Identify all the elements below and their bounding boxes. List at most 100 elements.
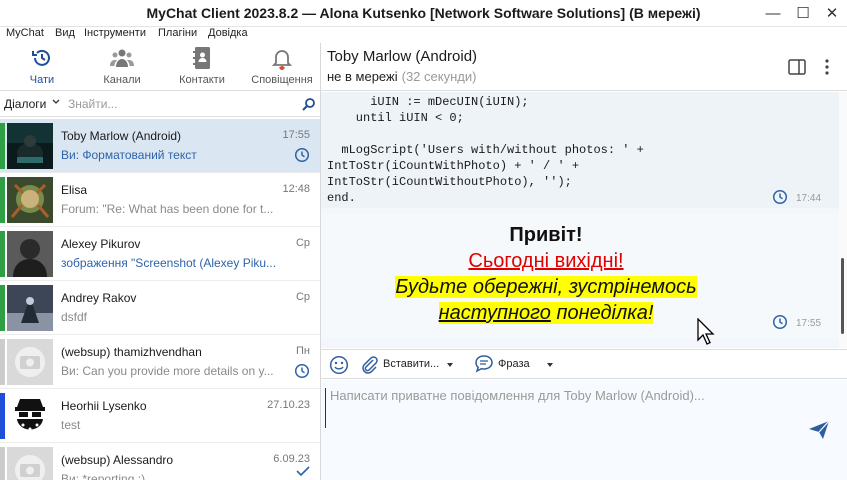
message-scrollbar[interactable]	[839, 92, 847, 348]
message-clock-icon	[772, 189, 788, 205]
chat-header: Toby Marlow (Android) не в мережі (32 сек…	[321, 43, 847, 91]
dialog-row-toby[interactable]: Toby Marlow (Android) Ви: Форматований т…	[0, 119, 320, 173]
dialog-row-elisa[interactable]: Elisa Forum: "Re: What has been done for…	[0, 173, 320, 227]
underlined-word: наступного	[438, 302, 551, 324]
send-icon[interactable]	[808, 420, 830, 440]
dialog-row-alexey[interactable]: Alexey Pikurov зображення "Screenshot (A…	[0, 227, 320, 281]
menu-help[interactable]: Довідка	[208, 27, 248, 39]
dialog-preview: Forum: "Re: What has been done for t...	[61, 202, 274, 216]
dialog-name: (websup) thamizhvendhan	[61, 345, 202, 359]
dialog-filter-bar: Діалоги	[0, 92, 320, 117]
window-title: MyChat Client 2023.8.2 — Alona Kutsenko …	[146, 5, 701, 21]
tab-contacts[interactable]: Контакти	[162, 43, 242, 91]
mouse-cursor-icon	[697, 318, 715, 345]
dialog-row-heorhii[interactable]: Heorhii Lysenko test 27.10.23	[0, 389, 320, 443]
menu-bar: MyChat Вид Інструменти Плагіни Довідка	[0, 27, 847, 43]
scrollbar-thumb[interactable]	[841, 258, 844, 334]
emoji-icon[interactable]	[329, 355, 349, 375]
group-users-icon	[110, 49, 134, 67]
code-block: iUIN := mDecUIN(iUIN); until iUIN < 0; m…	[327, 94, 644, 206]
message-input[interactable]	[325, 388, 805, 428]
message-time: 17:44	[796, 193, 822, 204]
dialog-preview: Ви: *reporting :)	[61, 472, 146, 480]
maximize-button[interactable]: ☐	[788, 0, 818, 27]
menu-tools[interactable]: Інструменти	[84, 27, 146, 39]
dialog-time: 6.09.23	[273, 453, 310, 465]
dialog-name: Elisa	[61, 183, 88, 197]
message-code[interactable]: iUIN := mDecUIN(iUIN); until iUIN < 0; m…	[321, 92, 839, 208]
composer-toolbar: Вставити... Фраза	[321, 349, 847, 379]
tab-chats-label: Чати	[29, 74, 55, 86]
dialog-name: (websup) Alessandro	[61, 453, 174, 467]
menu-mychat[interactable]: MyChat	[6, 27, 44, 39]
tab-chats[interactable]: Чати	[2, 43, 82, 91]
dialog-name: Toby Marlow (Android)	[61, 129, 182, 143]
code-line: mLogScript('Users with/without photos: '…	[327, 143, 644, 157]
dialog-preview: Ви: Форматований текст	[61, 148, 197, 162]
window-titlebar[interactable]: MyChat Client 2023.8.2 — Alona Kutsenko …	[0, 0, 847, 27]
greeting-line3: Будьте обережні, зустрінемось	[321, 276, 771, 299]
dialog-preview: зображення "Screenshot (Alexey Piku...	[61, 256, 277, 270]
highlight-text: Будьте обережні, зустрінемось	[395, 276, 697, 298]
dialogs-dropdown[interactable]: Діалоги	[4, 97, 46, 111]
dialog-time: 17:55	[282, 129, 310, 141]
message-area[interactable]: iUIN := mDecUIN(iUIN); until iUIN < 0; m…	[321, 92, 839, 348]
status-strip	[0, 123, 5, 169]
code-line: IntToStr(iCountWithPhoto) + ' / ' +	[327, 159, 580, 173]
dialog-name: Heorhii Lysenko	[61, 399, 147, 413]
pending-clock-icon	[294, 363, 310, 379]
tab-channels[interactable]: Канали	[82, 43, 162, 91]
side-panel-icon[interactable]	[788, 59, 806, 75]
chevron-down-icon[interactable]	[52, 99, 60, 105]
camera-placeholder-icon	[7, 447, 53, 480]
menu-view[interactable]: Вид	[55, 27, 75, 39]
dialog-row-andrey[interactable]: Andrey Rakov dsfdf Ср	[0, 281, 320, 335]
message-formatted[interactable]: Привіт! Сьогодні вихідні! Будьте обережн…	[321, 214, 839, 338]
avatar	[7, 393, 53, 439]
greeting-red: Сьогодні вихідні!	[468, 250, 624, 272]
dialog-row-alessandro[interactable]: (websup) Alessandro Ви: *reporting :) 6.…	[0, 443, 320, 480]
tab-notifications[interactable]: Сповіщення	[242, 43, 322, 91]
dialog-name: Alexey Pikurov	[61, 237, 141, 251]
search-input[interactable]	[68, 94, 288, 114]
greeting-title: Привіт!	[509, 224, 583, 246]
status-text: не в мережі	[327, 69, 398, 84]
dialog-list[interactable]: Toby Marlow (Android) Ви: Форматований т…	[0, 118, 320, 480]
code-line: end.	[327, 191, 356, 205]
chevron-down-icon[interactable]	[447, 363, 453, 367]
status-strip	[0, 393, 5, 439]
message-clock-icon	[772, 314, 788, 330]
camera-placeholder-icon	[7, 339, 53, 385]
dialog-preview: test	[61, 418, 81, 432]
phrase-button[interactable]: Фраза	[498, 358, 530, 370]
code-line: IntToStr(iCountWithoutPhoto), '');	[327, 175, 572, 189]
code-line: until iUIN < 0;	[327, 111, 464, 125]
tab-channels-label: Канали	[103, 74, 141, 86]
insert-button[interactable]: Вставити...	[383, 358, 439, 370]
code-line: iUIN := mDecUIN(iUIN);	[327, 95, 529, 109]
chat-contact-status: не в мережі (32 секунди)	[327, 69, 476, 84]
avatar	[7, 123, 53, 169]
avatar	[7, 285, 53, 331]
tab-notifications-label: Сповіщення	[251, 74, 313, 86]
avatar	[7, 447, 53, 480]
paperclip-icon[interactable]	[359, 354, 379, 374]
more-vertical-icon[interactable]	[824, 58, 830, 76]
status-strip	[0, 177, 5, 223]
menu-plugins[interactable]: Плагіни	[158, 27, 197, 39]
chat-contact-name[interactable]: Toby Marlow (Android)	[327, 48, 477, 65]
minimize-button[interactable]: —	[758, 0, 788, 27]
nav-tabs: Чати Канали Контакти Сповіщення	[0, 43, 320, 91]
dialog-row-thamizhvendhan[interactable]: (websup) thamizhvendhan Ви: Can you prov…	[0, 335, 320, 389]
status-strip	[0, 231, 5, 277]
chevron-down-icon[interactable]	[547, 363, 553, 367]
speech-bubble-icon[interactable]	[474, 354, 494, 374]
status-strip	[0, 447, 5, 480]
status-strip	[0, 285, 5, 331]
history-clock-icon	[32, 49, 50, 66]
close-button[interactable]: ✕	[817, 0, 847, 27]
message-input-area	[321, 380, 847, 480]
check-icon	[296, 466, 310, 477]
status-ago: (32 секунди)	[401, 69, 477, 84]
search-icon[interactable]	[302, 97, 316, 111]
